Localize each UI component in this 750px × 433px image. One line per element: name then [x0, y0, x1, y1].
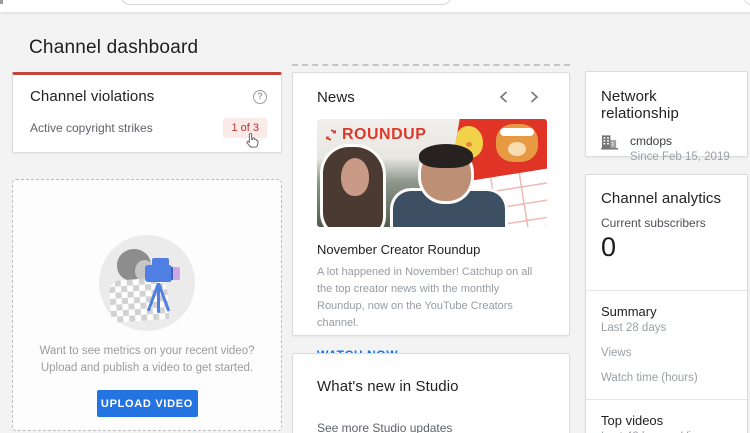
help-icon[interactable]: ?	[253, 90, 267, 104]
news-article-body: A lot happened in November! Catchup on a…	[317, 264, 545, 332]
building-icon	[601, 134, 618, 150]
youtube-studio-dashboard: Channel dashboard Channel violations ? A…	[0, 0, 750, 433]
dashed-divider	[292, 64, 570, 66]
upload-video-button[interactable]: UPLOAD VIDEO	[97, 390, 198, 417]
news-card: News	[292, 72, 570, 336]
partner-name: cmdops	[630, 134, 730, 148]
topbar-left-fragment	[0, 0, 3, 4]
pointer-cursor-icon	[243, 131, 261, 156]
summary-section-title: Summary	[601, 304, 732, 319]
chevron-right-icon	[530, 91, 539, 103]
upload-prompt-line1: Want to see metrics on your recent video…	[40, 343, 255, 360]
summary-period: Last 28 days	[601, 322, 732, 334]
refresh-icon	[324, 128, 338, 142]
metric-watch-time: Watch time (hours)	[601, 372, 732, 384]
metric-views: Views	[601, 347, 732, 359]
camera-icon	[145, 265, 172, 282]
upload-metrics-card: Want to see metrics on your recent video…	[12, 179, 282, 431]
news-thumbnail[interactable]: ROUNDUP	[317, 119, 547, 227]
camera-lens	[171, 267, 180, 280]
page-title: Channel dashboard	[29, 37, 198, 59]
topbar-right-fragment	[744, 0, 750, 5]
copyright-strikes-row: Active copyright strikes 1 of 3	[30, 118, 267, 138]
carousel-prev-button[interactable]	[492, 88, 514, 106]
strikes-label: Active copyright strikes	[30, 121, 153, 135]
network-card-title: Network relationship	[601, 88, 737, 122]
channel-violations-card: Channel violations ? Active copyright st…	[12, 72, 282, 153]
network-relationship-card: Network relationship cmdops Since Feb 15…	[585, 71, 748, 157]
carousel-next-button[interactable]	[523, 88, 545, 106]
search-input[interactable]	[121, 0, 451, 5]
violations-card-title: Channel violations	[30, 88, 154, 105]
videographer-illustration	[99, 235, 195, 331]
news-card-title: News	[317, 89, 355, 106]
upload-prompt-line2: Upload and publish a video to get starte…	[41, 360, 253, 377]
studio-updates-link[interactable]: See more Studio updates	[317, 421, 452, 433]
partner-since: Since Feb 15, 2019	[630, 151, 730, 163]
whats-new-card: What's new in Studio See more Studio upd…	[292, 353, 570, 433]
man-photo	[391, 149, 511, 227]
current-subscribers-value: 0	[601, 232, 732, 263]
top-app-bar	[0, 0, 750, 13]
whats-new-title: What's new in Studio	[317, 378, 545, 395]
analytics-card-title: Channel analytics	[601, 190, 732, 207]
current-subscribers-label: Current subscribers	[601, 216, 732, 230]
network-partner-row: cmdops Since Feb 15, 2019	[601, 134, 737, 163]
roundup-logo-text: ROUNDUP	[342, 126, 426, 144]
channel-analytics-card: Channel analytics Current subscribers 0 …	[585, 174, 748, 433]
woman-photo	[319, 145, 397, 227]
top-videos-section-title: Top videos	[601, 413, 732, 428]
roundup-logo: ROUNDUP	[324, 126, 426, 144]
chevron-left-icon	[499, 91, 508, 103]
news-article-title: November Creator Roundup	[317, 242, 545, 257]
